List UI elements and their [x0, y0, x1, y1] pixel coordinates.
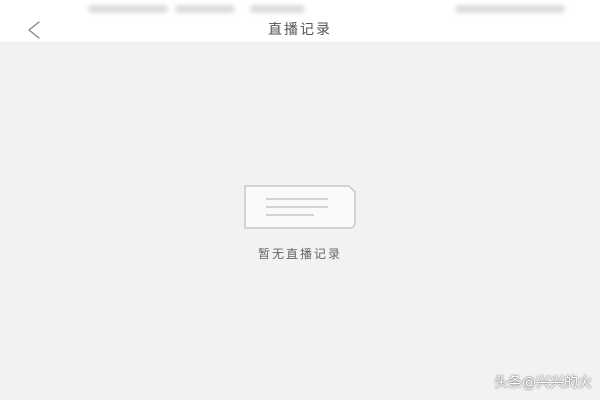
page-title: 直播记录 [268, 22, 332, 38]
status-bar-blurred-info [250, 5, 305, 13]
nav-bar: 直播记录 [0, 18, 600, 43]
status-bar-blurred-info [175, 5, 235, 13]
empty-state: 暂无直播记录 [0, 183, 600, 262]
watermark: 头条@兴兴的火 [494, 375, 592, 391]
chevron-left-icon [28, 21, 40, 39]
status-bar-blurred-indicators [455, 5, 565, 13]
status-bar [0, 0, 600, 18]
status-bar-blurred-info [88, 5, 168, 13]
empty-state-message: 暂无直播记录 [257, 247, 342, 261]
back-button[interactable] [20, 19, 48, 41]
document-icon [244, 185, 356, 229]
